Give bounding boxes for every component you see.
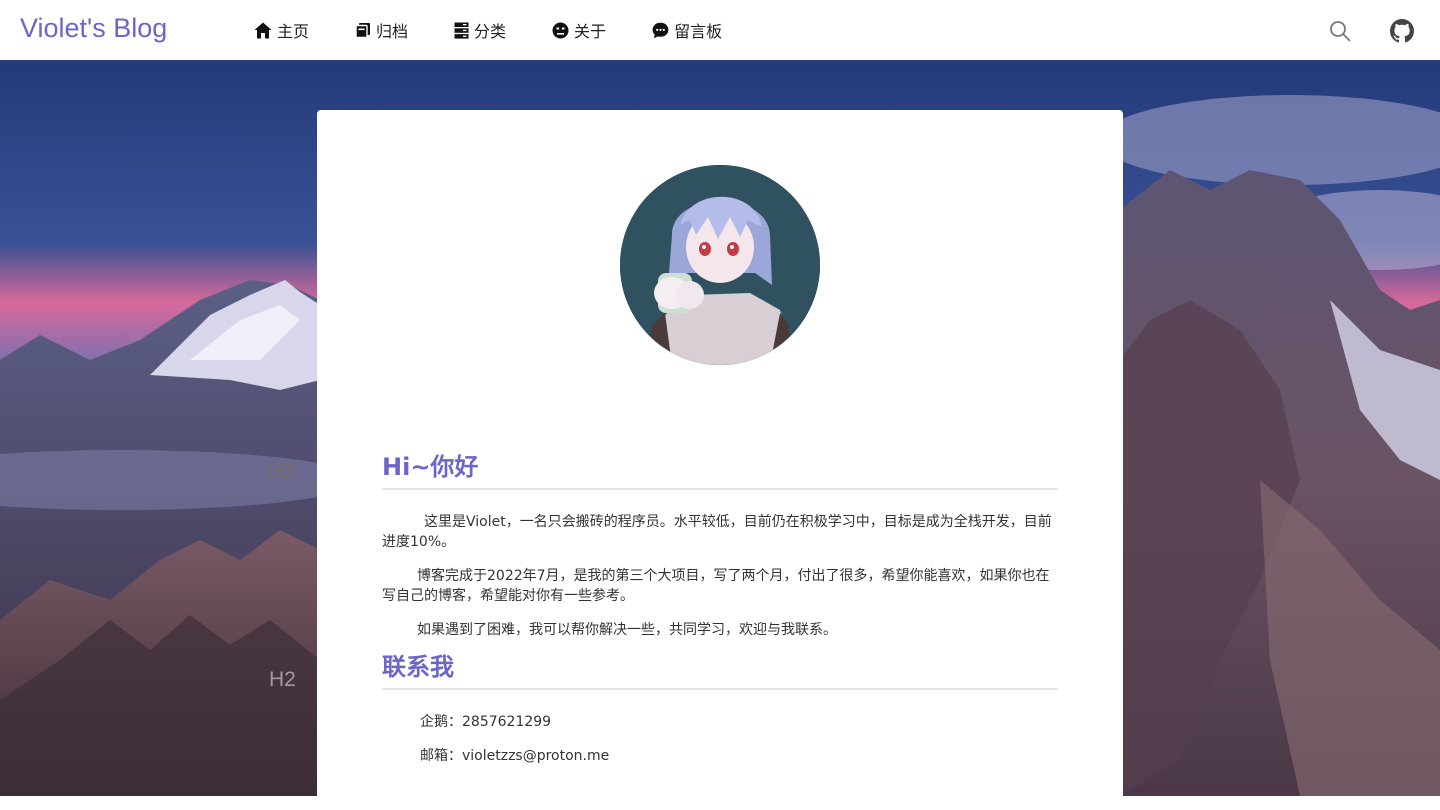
contact-heading: 联系我 <box>382 652 1058 690</box>
intro-heading: Hi~你好 <box>382 452 1058 490</box>
about-content: Hi~你好 这里是Violet，一名只会搬砖的程序员。水平较低，目前仍在积极学习… <box>382 452 1058 766</box>
chat-icon <box>652 22 669 39</box>
category-icon <box>454 22 469 39</box>
side-heading-marker: H2 <box>268 460 295 483</box>
nav-archive-label: 归档 <box>376 22 409 41</box>
header-actions <box>1329 19 1414 43</box>
anime-avatar-illustration <box>620 165 820 365</box>
top-navigation-bar: Violet's Blog 主页 归档 分类 关于 留言板 <box>0 0 1440 60</box>
nav-item-about[interactable]: 关于 <box>552 18 606 42</box>
home-icon <box>254 22 272 39</box>
nav-item-category[interactable]: 分类 <box>454 18 506 42</box>
face-icon <box>552 22 569 39</box>
search-icon[interactable] <box>1329 20 1351 42</box>
contact-email: 邮箱：violetzzs@proton.me <box>420 748 610 764</box>
avatar <box>620 165 820 365</box>
side-heading-marker: H2 <box>269 668 296 691</box>
about-card: Hi~你好 这里是Violet，一名只会搬砖的程序员。水平较低，目前仍在积极学习… <box>317 110 1123 810</box>
nav-item-home[interactable]: 主页 <box>254 18 309 42</box>
github-icon[interactable] <box>1390 19 1414 43</box>
nav-message-board-label: 留言板 <box>674 22 723 41</box>
archive-icon <box>355 22 371 38</box>
nav-item-archive[interactable]: 归档 <box>355 18 408 42</box>
nav-about-label: 关于 <box>574 22 607 41</box>
main-nav: 主页 归档 分类 关于 留言板 <box>254 0 768 60</box>
intro-paragraph: 博客完成于2022年7月，是我的第三个大项目，写了两个月，付出了很多，希望你能喜… <box>382 568 1050 604</box>
nav-home-label: 主页 <box>277 22 310 41</box>
intro-paragraph: 这里是Violet，一名只会搬砖的程序员。水平较低，目前仍在积极学习中，目标是成… <box>382 514 1052 550</box>
site-brand-link[interactable]: Violet's Blog <box>20 13 167 44</box>
intro-paragraph: 如果遇到了困难，我可以帮你解决一些，共同学习，欢迎与我联系。 <box>417 622 837 638</box>
nav-category-label: 分类 <box>474 22 507 41</box>
contact-qq: 企鹅：2857621299 <box>420 714 552 730</box>
nav-item-message-board[interactable]: 留言板 <box>652 18 722 42</box>
